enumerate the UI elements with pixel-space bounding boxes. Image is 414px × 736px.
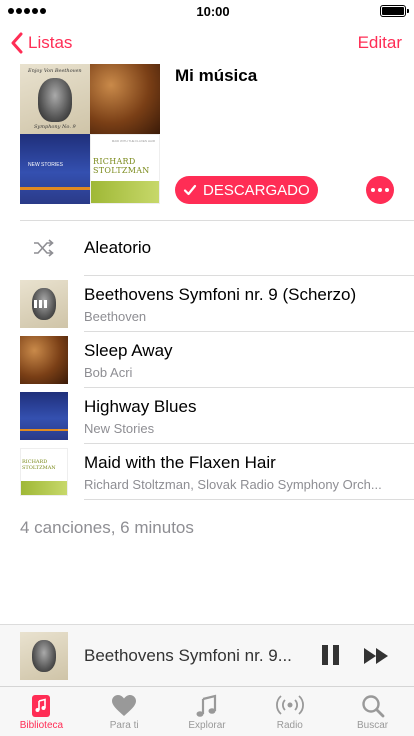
playlist-artwork: Enjoy Von Beethoven Symphony No. 9 NEW S… [20,64,160,204]
skip-forward-button[interactable] [362,645,392,667]
track-title: Maid with the Flaxen Hair [84,453,276,472]
artwork-tile-maid: MAID WITH THE FLAXEN HAIR RICHARD STOLTZ… [90,134,160,204]
shuffle-icon [34,239,54,257]
tab-label: Buscar [357,720,389,731]
artwork-caption: Enjoy Von Beethoven [28,68,82,74]
track-title: Highway Blues [84,397,197,416]
more-icon [371,188,375,192]
track-artwork [20,336,68,384]
more-options-button[interactable] [366,176,394,204]
tab-label: Radio [276,720,303,731]
artwork-tile-sleep-away [90,64,160,134]
music-note-icon [196,694,217,717]
artwork-caption: NEW STORIES [28,162,63,168]
track-row[interactable]: RICHARD STOLTZMAN Maid with the Flaxen H… [0,444,414,500]
track-artist: Richard Stoltzman, Slovak Radio Symphony… [84,477,382,492]
artwork-caption: RICHARD STOLTZMAN [93,157,150,175]
shuffle-label: Aleatorio [84,238,152,257]
battery-icon [380,5,409,17]
back-button[interactable]: Listas [10,32,72,54]
signal-icon [8,8,46,14]
pause-button[interactable] [319,645,341,667]
track-artist: Beethoven [84,309,147,324]
status-time: 10:00 [196,3,230,19]
artwork-caption: RICHARD STOLTZMAN [22,459,56,471]
back-button-label: Listas [28,33,73,52]
artwork-caption: Symphony No. 9 [34,124,76,130]
track-artist: Bob Acri [84,365,133,380]
shuffle-row[interactable]: Aleatorio [0,221,414,275]
track-title: Beethovens Symfoni nr. 9 (Scherzo) [84,285,357,304]
pause-icon [321,645,328,665]
tab-browse[interactable]: Explorar [166,687,249,736]
playlist-header: Enjoy Von Beethoven Symphony No. 9 NEW S… [0,64,414,220]
chevron-left-icon [11,32,23,54]
tab-search[interactable]: Buscar [331,687,414,736]
tab-bar: Biblioteca Para ti Explorar Radio Buscar [0,686,414,736]
downloaded-label: DESCARGADO [203,181,310,199]
radio-icon [275,695,304,715]
edit-button[interactable]: Editar [358,33,402,53]
tab-library[interactable]: Biblioteca [0,687,83,736]
now-playing-indicator-icon [34,300,47,308]
tab-label: Explorar [188,720,226,731]
library-icon [32,695,51,717]
mini-player[interactable]: Beethovens Symfoni nr. 9... [0,624,414,686]
tab-radio[interactable]: Radio [248,687,331,736]
tab-label: Para ti [109,720,139,731]
mini-player-artwork [20,632,68,680]
playlist-title: Mi música [175,66,258,85]
playlist-summary: 4 canciones, 6 minutos [20,518,194,537]
navigation-bar: Listas Editar [0,22,414,64]
status-bar: 10:00 [0,0,414,22]
tab-label: Biblioteca [19,720,64,731]
heart-icon [112,695,137,716]
search-icon [361,695,384,718]
tab-for-you[interactable]: Para ti [83,687,166,736]
artwork-tile-beethoven: Enjoy Von Beethoven Symphony No. 9 [20,64,90,134]
artwork-caption: MAID WITH THE FLAXEN HAIR [111,139,155,143]
track-row[interactable]: Beethovens Symfoni nr. 9 (Scherzo) Beeth… [0,276,414,332]
checkmark-icon [183,184,197,196]
track-row[interactable]: Highway Blues New Stories [0,388,414,444]
mini-player-title: Beethovens Symfoni nr. 9... [84,646,292,665]
track-artwork: RICHARD STOLTZMAN [20,448,68,496]
track-title: Sleep Away [84,341,173,360]
track-artwork [20,280,68,328]
artwork-tile-highway-blues: NEW STORIES [20,134,90,204]
track-artwork [20,392,68,440]
track-row[interactable]: Sleep Away Bob Acri [0,332,414,388]
divider [84,499,414,500]
downloaded-button[interactable]: DESCARGADO [175,176,318,204]
track-artist: New Stories [84,421,155,436]
